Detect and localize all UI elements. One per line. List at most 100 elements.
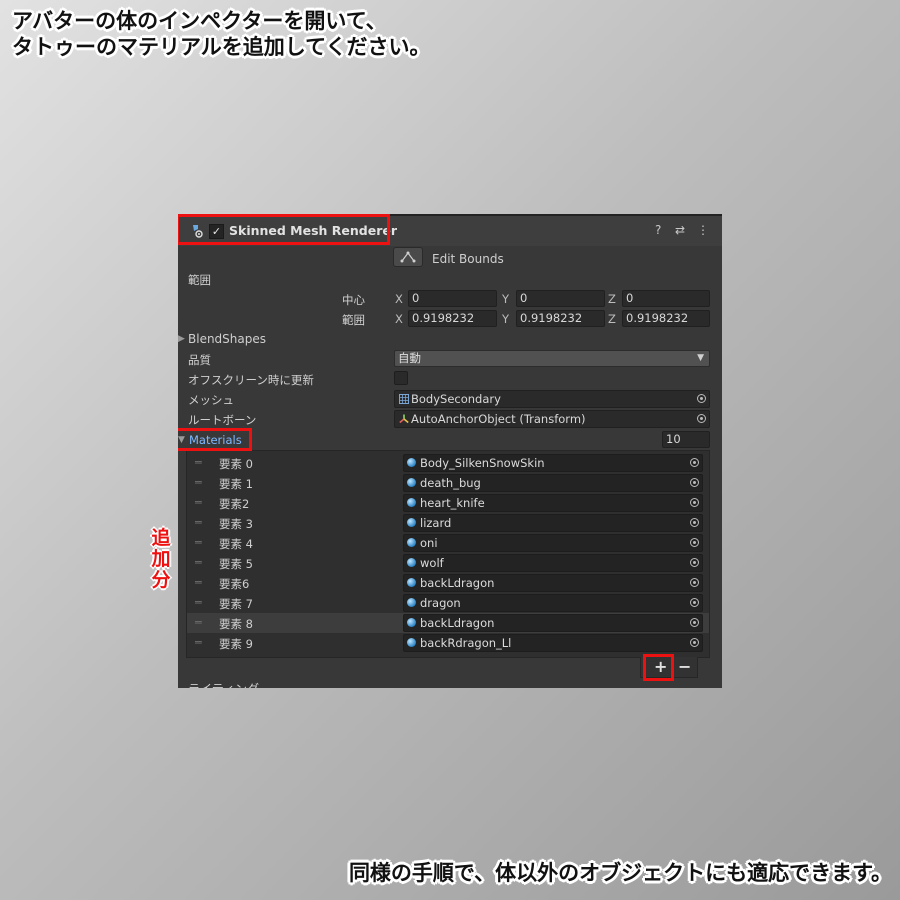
remove-element-button[interactable]: − [678, 657, 691, 676]
element-label: 要素 5 [219, 557, 253, 571]
drag-handle-icon[interactable]: ═ [195, 516, 202, 529]
material-field[interactable]: dragon [403, 594, 703, 612]
material-icon [407, 498, 416, 507]
extent-z-axis: Z [608, 312, 616, 326]
material-icon [407, 618, 416, 627]
center-label: 中心 [342, 293, 365, 307]
list-item[interactable]: ═ 要素6 backLdragon [187, 573, 709, 593]
object-picker-icon[interactable] [690, 638, 699, 647]
object-picker-icon[interactable] [690, 538, 699, 547]
list-item[interactable]: ═ 要素 9 backRdragon_Ll [187, 633, 709, 653]
material-field[interactable]: wolf [403, 554, 703, 572]
material-name: backRdragon_Ll [420, 636, 512, 650]
material-field[interactable]: backLdragon [403, 614, 703, 632]
component-menu-icon[interactable]: ⋮ [697, 223, 709, 237]
material-field[interactable]: Body_SilkenSnowSkin [403, 454, 703, 472]
material-field[interactable]: heart_knife [403, 494, 703, 512]
transform-icon [399, 414, 409, 424]
mesh-icon [399, 394, 409, 404]
element-label: 要素 0 [219, 457, 253, 471]
object-picker-icon[interactable] [690, 558, 699, 567]
mesh-value: BodySecondary [411, 392, 501, 406]
element-label: 要素 3 [219, 517, 253, 531]
element-label: 要素 8 [219, 617, 253, 631]
highlight-component-header [178, 214, 390, 245]
list-item[interactable]: ═ 要素 8 backLdragon [187, 613, 709, 633]
material-icon [407, 458, 416, 467]
blendshapes-foldout-arrow[interactable]: ▶ [178, 334, 185, 344]
element-label: 要素2 [219, 497, 250, 511]
list-item[interactable]: ═ 要素 4 oni [187, 533, 709, 553]
object-picker-icon[interactable] [690, 518, 699, 527]
material-field[interactable]: backLdragon [403, 574, 703, 592]
material-icon [407, 578, 416, 587]
root-bone-field[interactable]: AutoAnchorObject (Transform) [394, 410, 710, 428]
offscreen-label: オフスクリーン時に更新 [188, 373, 314, 387]
quality-dropdown[interactable]: 自動 ▼ [394, 350, 710, 367]
materials-count-field[interactable]: 10 [662, 431, 710, 448]
material-field[interactable]: backRdragon_Ll [403, 634, 703, 652]
object-picker-icon[interactable] [690, 578, 699, 587]
help-icon[interactable]: ? [655, 223, 661, 237]
highlight-materials-label [178, 428, 252, 451]
offscreen-checkbox[interactable] [394, 371, 408, 385]
material-name: lizard [420, 516, 452, 530]
drag-handle-icon[interactable]: ═ [195, 636, 202, 649]
instruction-line-1: アバターの体のインペクターを開いて、 [12, 9, 387, 33]
object-picker-icon[interactable] [690, 618, 699, 627]
object-picker-icon[interactable] [690, 598, 699, 607]
center-z-axis: Z [608, 292, 616, 306]
material-field[interactable]: death_bug [403, 474, 703, 492]
center-x-field[interactable]: 0 [408, 290, 497, 307]
element-label: 要素 7 [219, 597, 253, 611]
element-label: 要素 1 [219, 477, 253, 491]
list-item[interactable]: ═ 要素2 heart_knife [187, 493, 709, 513]
edit-bounds-label: Edit Bounds [432, 252, 504, 266]
object-picker-icon[interactable] [690, 458, 699, 467]
object-picker-icon[interactable] [690, 498, 699, 507]
material-name: backLdragon [420, 616, 495, 630]
instruction-title: アバターの体のインペクターを開いて、 タトゥーのマテリアルを追加してください。 [12, 8, 431, 60]
material-name: oni [420, 536, 438, 550]
material-name: dragon [420, 596, 461, 610]
extent-y-axis: Y [502, 312, 510, 326]
drag-handle-icon[interactable]: ═ [195, 556, 202, 569]
extent-x-axis: X [395, 312, 403, 326]
preset-icon[interactable]: ⇄ [675, 223, 685, 237]
edit-bounds-icon [400, 251, 416, 263]
material-field[interactable]: lizard [403, 514, 703, 532]
extent-y-field[interactable]: 0.9198232 [516, 310, 605, 327]
object-picker-icon[interactable] [697, 414, 706, 423]
center-x-axis: X [395, 292, 403, 306]
material-field[interactable]: oni [403, 534, 703, 552]
extent-x-field[interactable]: 0.9198232 [408, 310, 497, 327]
blendshapes-foldout[interactable]: BlendShapes [188, 332, 266, 346]
drag-handle-icon[interactable]: ═ [195, 476, 202, 489]
drag-handle-icon[interactable]: ═ [195, 616, 202, 629]
edit-bounds-button[interactable] [393, 247, 423, 267]
instruction-line-2: タトゥーのマテリアルを追加してください。 [12, 35, 431, 59]
list-item[interactable]: ═ 要素 7 dragon [187, 593, 709, 613]
material-name: death_bug [420, 476, 481, 490]
drag-handle-icon[interactable]: ═ [195, 576, 202, 589]
list-item[interactable]: ═ 要素 3 lizard [187, 513, 709, 533]
drag-handle-icon[interactable]: ═ [195, 596, 202, 609]
list-item[interactable]: ═ 要素 1 death_bug [187, 473, 709, 493]
drag-handle-icon[interactable]: ═ [195, 496, 202, 509]
instruction-footer: 同様の手順で、体以外のオブジェクトにも適応できます。 [348, 861, 892, 885]
extent-label: 範囲 [342, 313, 365, 327]
object-picker-icon[interactable] [690, 478, 699, 487]
mesh-field[interactable]: BodySecondary [394, 390, 710, 408]
drag-handle-icon[interactable]: ═ [195, 456, 202, 469]
center-z-field[interactable]: 0 [622, 290, 710, 307]
center-y-field[interactable]: 0 [516, 290, 605, 307]
list-item[interactable]: ═ 要素 5 wolf [187, 553, 709, 573]
mesh-label: メッシュ [188, 393, 234, 407]
inspector-panel: ✓ Skinned Mesh Renderer ? ⇄ ⋮ Edit Bound… [178, 214, 722, 688]
list-item[interactable]: ═ 要素 0 Body_SilkenSnowSkin [187, 453, 709, 473]
extent-z-field[interactable]: 0.9198232 [622, 310, 710, 327]
drag-handle-icon[interactable]: ═ [195, 536, 202, 549]
lighting-section-label[interactable]: ライティング [188, 680, 259, 688]
material-icon [407, 558, 416, 567]
object-picker-icon[interactable] [697, 394, 706, 403]
